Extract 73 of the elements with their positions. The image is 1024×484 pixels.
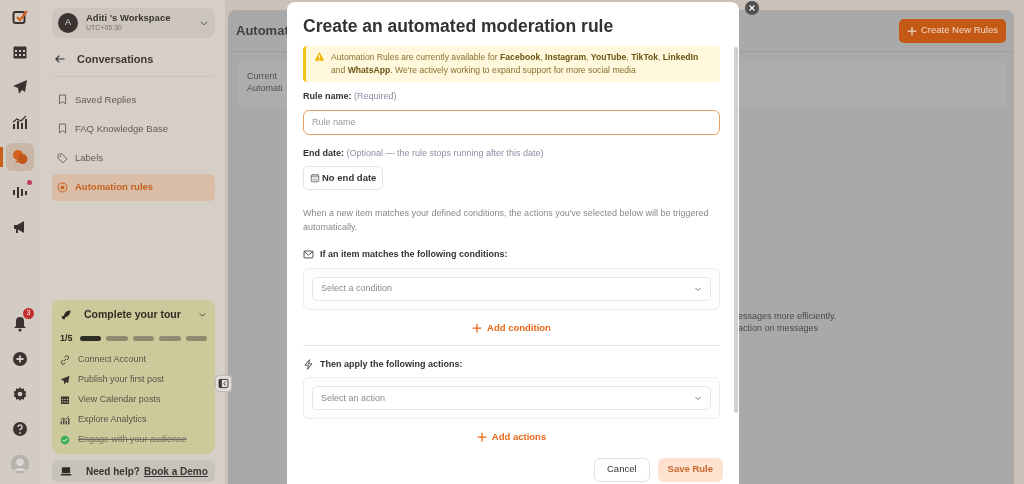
- description-text: essages more efficiently.: [738, 310, 837, 322]
- add-icon: [12, 351, 28, 367]
- dialog-title: Create an automated moderation rule: [303, 16, 615, 37]
- section-title: Conversations: [77, 52, 154, 67]
- page-title: Automat: [236, 21, 289, 40]
- field-label: Rule name: (Required): [303, 90, 398, 103]
- chat-bubbles-icon: [12, 149, 28, 165]
- help-icon: [12, 421, 28, 437]
- warning-icon: [314, 51, 325, 62]
- cancel-button[interactable]: Cancel: [594, 457, 650, 482]
- add-button[interactable]: Add actions: [476, 430, 547, 445]
- sidebar-item[interactable]: Saved Replies: [52, 86, 215, 113]
- calendar-icon: [60, 395, 70, 405]
- end-date-button[interactable]: No end date: [303, 166, 384, 190]
- info-text: Automati: [247, 82, 283, 94]
- section-heading: If an item matches the following conditions:: [320, 248, 508, 261]
- mail-icon: [303, 249, 314, 261]
- paper-plane-icon: [12, 79, 28, 95]
- description-text: When a new item matches your defined conditions, the actions you've selected below will be triggered automatically.: [303, 207, 710, 234]
- tour-step[interactable]: Engage with your audience: [78, 433, 187, 447]
- active-indicator: [0, 147, 3, 167]
- link-icon: [60, 355, 70, 365]
- calendar-icon: [310, 173, 320, 183]
- tour-title: Complete your tour: [84, 306, 182, 322]
- collapse-sidebar-button[interactable]: [215, 375, 232, 392]
- target-icon: [57, 181, 68, 193]
- waveform-icon: [12, 184, 28, 200]
- tour-step[interactable]: Connect Account: [78, 353, 147, 367]
- analytics-icon: [12, 114, 28, 130]
- bookmark-icon: [57, 94, 68, 106]
- add-button[interactable]: Add condition: [472, 320, 551, 335]
- select-dropdown[interactable]: Select a condition: [312, 276, 711, 301]
- laptop-icon: [60, 465, 72, 477]
- avatar-icon: [10, 454, 30, 474]
- tour-step[interactable]: View Calendar posts: [78, 393, 161, 407]
- plus-icon: [906, 25, 917, 36]
- calendar-icon: [12, 44, 28, 60]
- brand-logo-icon: [12, 9, 28, 25]
- back-button[interactable]: [54, 53, 66, 66]
- info-text: Current: [247, 70, 277, 82]
- bookmark-icon: [57, 123, 68, 135]
- section-heading: Then apply the following actions:: [320, 357, 463, 371]
- rocket-icon: [60, 308, 72, 321]
- bell-icon: [12, 316, 28, 332]
- back-arrow-icon: [54, 53, 66, 66]
- panel-collapse-icon: [218, 378, 229, 389]
- chevron-down-icon: [199, 18, 209, 28]
- tour-step[interactable]: Publish your first post: [78, 373, 165, 387]
- sidebar-item[interactable]: Labels: [52, 145, 215, 172]
- select-dropdown[interactable]: Select an action: [312, 386, 711, 411]
- workspace-avatar: A: [58, 13, 78, 33]
- create-rules-button[interactable]: Create New Rules: [898, 18, 1006, 43]
- workspace-name: Aditi 's Workspace: [86, 13, 172, 23]
- plus-icon: [472, 322, 483, 333]
- tour-step[interactable]: Explore Analytics: [78, 413, 147, 427]
- chevron-down-icon: [694, 394, 702, 403]
- analytics-icon: [60, 415, 70, 425]
- description-text: action on messages: [738, 322, 819, 334]
- close-icon: [748, 4, 756, 12]
- lightning-icon: [303, 359, 314, 370]
- help-text: Need help?: [86, 464, 140, 479]
- rule-name-field[interactable]: Rule name: [303, 109, 720, 135]
- plus-icon: [476, 432, 487, 443]
- settings-icon: [12, 386, 28, 402]
- paper-plane-icon: [60, 375, 70, 385]
- chevron-down-icon: [198, 310, 207, 320]
- progress-count: 1/5: [60, 331, 73, 345]
- book-demo-link[interactable]: Book a Demo: [143, 463, 208, 479]
- check-icon: [60, 435, 70, 445]
- notice-text: Automation Rules are currently available for Facebook, Instagram, YouTube, TikTok, LinkedIn and WhatsApp. We're actively working to expand support for more social media: [331, 51, 700, 77]
- tag-icon: [57, 152, 68, 164]
- sidebar-item[interactable]: FAQ Knowledge Base: [52, 115, 215, 142]
- field-label: End date: (Optional — the rule stops running after this date): [303, 146, 545, 160]
